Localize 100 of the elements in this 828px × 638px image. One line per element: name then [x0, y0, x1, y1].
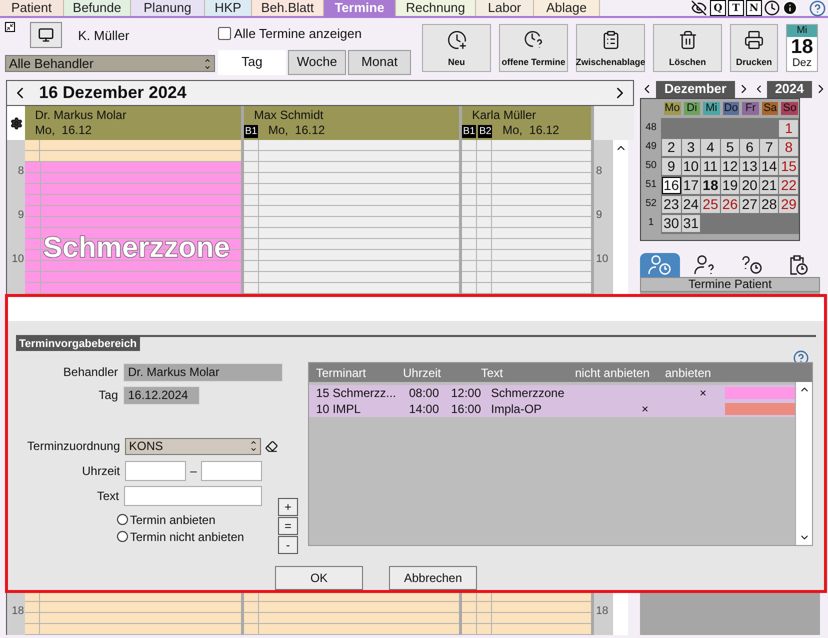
info-icon[interactable]	[782, 0, 798, 16]
toolbar-letter-button[interactable]: Q	[710, 0, 726, 16]
weekday-label: Mo	[664, 102, 681, 115]
table-header: Uhrzeit	[403, 364, 442, 382]
calendar-day[interactable]: 21	[760, 177, 778, 194]
printer-icon	[744, 30, 764, 50]
calendar-day[interactable]: 17	[682, 177, 700, 194]
toolbar-letter-button[interactable]: T	[728, 0, 744, 16]
side-button[interactable]: +	[278, 498, 298, 516]
toolbar-button[interactable]: Zwischenablage	[576, 24, 645, 72]
calendar-day[interactable]: 23	[662, 196, 681, 213]
field-label: Tag	[98, 387, 119, 404]
calendar-day[interactable]: 8	[779, 139, 798, 156]
radio-option[interactable]: Termin anbieten	[117, 511, 262, 528]
view-tab[interactable]: Tag	[218, 50, 286, 74]
calendar-day[interactable]: 20	[740, 177, 759, 194]
cross-mark: ×	[699, 386, 706, 400]
view-tab[interactable]: Woche	[288, 50, 346, 74]
calendar-day[interactable]: 25	[701, 196, 720, 213]
settings-icon[interactable]	[10, 116, 22, 130]
today-month: Dez	[792, 57, 812, 70]
calendar-day[interactable]: 14	[760, 158, 778, 175]
time-to-field[interactable]	[201, 461, 262, 481]
clock-icon[interactable]	[764, 0, 780, 16]
calendar-day[interactable]: 5	[720, 139, 740, 156]
calendar-day[interactable]: 13	[740, 158, 759, 175]
table-row[interactable]: 10 IMPL 14:00 16:00 Impla-OP ×	[309, 401, 795, 417]
view-tab[interactable]: Monat	[348, 50, 411, 74]
column-header[interactable]: Max Schmidt B1 Mo, 16.12	[244, 106, 462, 140]
side-button[interactable]: -	[278, 536, 298, 554]
chair-tag: B1	[244, 125, 258, 138]
help-icon[interactable]	[809, 0, 826, 16]
dialog-button[interactable]: OK	[275, 566, 363, 590]
column-name: Max Schmidt	[254, 108, 324, 123]
calendar-day[interactable]: 22	[779, 177, 798, 194]
behandler-select[interactable]: Alle Behandler	[5, 55, 215, 72]
main-tab[interactable]: Patient	[0, 0, 64, 16]
calendar-day[interactable]: 28	[760, 196, 778, 213]
calendar-day[interactable]: 29	[779, 196, 798, 213]
behandler-field: Dr. Markus Molar	[123, 362, 283, 382]
week-number: 52	[644, 197, 658, 211]
table-header: Terminart	[315, 364, 368, 382]
hour-label: 9	[596, 208, 602, 223]
weekday-label: Sa	[762, 102, 778, 115]
hour-label: 9	[18, 208, 24, 223]
calendar-day[interactable]: 10	[682, 158, 700, 175]
calendar-day[interactable]: 15	[779, 158, 798, 175]
calendar-day[interactable]: 31	[682, 215, 700, 232]
scrollbar[interactable]	[795, 382, 812, 545]
calendar-day[interactable]: 3	[682, 139, 700, 156]
calendar-day[interactable]: 12	[720, 158, 740, 175]
table-cell-text: 16:00	[450, 401, 481, 418]
table-header: nicht anbieten	[575, 364, 651, 382]
main-tab[interactable]: Ablage	[534, 0, 600, 16]
side-button[interactable]: =	[278, 517, 298, 535]
cross-mark: ×	[641, 402, 648, 416]
main-tab[interactable]: Planung	[131, 0, 205, 16]
calendar-day[interactable]: 19	[720, 177, 740, 194]
calendar-day[interactable]: 11	[701, 158, 720, 175]
main-tab[interactable]: HKP	[205, 0, 252, 16]
calendar-day[interactable]: 16	[662, 177, 681, 194]
calendar-day[interactable]: 26	[720, 196, 740, 213]
main-tab[interactable]: Labor	[476, 0, 534, 16]
calendar-day[interactable]: 6	[740, 139, 759, 156]
calendar-day[interactable]: 9	[662, 158, 681, 175]
eye-off-icon[interactable]	[691, 0, 707, 16]
hour-label: 18	[12, 604, 24, 619]
eraser-icon[interactable]	[265, 440, 278, 452]
updown-icon	[250, 439, 257, 453]
calendar-day[interactable]: 7	[760, 139, 778, 156]
calendar-day[interactable]: 18	[701, 177, 720, 194]
toolbar-button[interactable]: offene Termine	[499, 24, 568, 72]
main-tab[interactable]: Rechnung	[396, 0, 476, 16]
main-tab[interactable]: Befunde	[64, 0, 131, 16]
calendar-day[interactable]: 1	[779, 120, 798, 137]
calendar-day[interactable]: 4	[701, 139, 720, 156]
hour-label: 8	[18, 164, 24, 179]
switch-view-button[interactable]	[30, 22, 62, 48]
zuordnung-select[interactable]: KONS	[125, 438, 261, 454]
today-badge[interactable]: Mi 18 Dez	[786, 24, 818, 72]
toolbar-button[interactable]: Drucken	[730, 24, 778, 72]
calendar-day[interactable]: 24	[682, 196, 700, 213]
column-header[interactable]: Karla Müller B1 B2 Mo, 16.12	[462, 106, 594, 140]
toolbar-button[interactable]: Löschen	[653, 24, 722, 72]
radio-option[interactable]: Termin nicht anbieten	[117, 528, 262, 545]
column-header[interactable]: Dr. Markus Molar Mo, 16.12	[25, 106, 244, 140]
table-row[interactable]: 15 Schmerzz... 08:00 12:00 Schmerzzone ×	[309, 385, 795, 401]
show-all-checkbox[interactable]: Alle Termine anzeigen	[218, 24, 416, 44]
time-from-field[interactable]	[125, 461, 186, 481]
main-tab[interactable]: Beh.Blatt	[252, 0, 324, 16]
toolbar-button[interactable]: Neu	[422, 24, 491, 72]
monitor-icon	[38, 27, 54, 43]
collapse-icon[interactable]	[5, 22, 15, 32]
calendar-day[interactable]: 2	[662, 139, 681, 156]
hour-label: 10	[596, 252, 608, 267]
toolbar-letter-button[interactable]: N	[746, 0, 762, 16]
text-field[interactable]	[124, 486, 262, 506]
calendar-day[interactable]: 30	[662, 215, 681, 232]
calendar-day[interactable]: 27	[740, 196, 759, 213]
dialog-button[interactable]: Abbrechen	[389, 566, 477, 590]
